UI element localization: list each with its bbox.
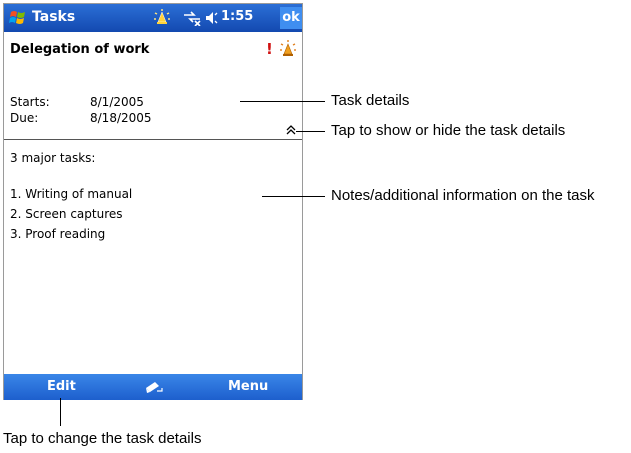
edit-leader (60, 398, 61, 426)
ok-button[interactable]: ok (280, 7, 302, 29)
note-item[interactable]: 2. Screen captures (10, 207, 123, 221)
notification-icon[interactable] (152, 8, 172, 28)
details-divider (4, 139, 302, 140)
reminder-icon (280, 40, 296, 56)
note-item[interactable]: 3. Proof reading (10, 227, 105, 241)
volume-icon[interactable] (205, 10, 219, 26)
priority-mark: ! (266, 40, 273, 58)
title-bar: Tasks 1:55 ok (4, 4, 302, 32)
due-value[interactable]: 8/18/2005 (90, 111, 152, 125)
menu-softkey[interactable]: Menu (228, 379, 268, 394)
windows-start-icon[interactable] (9, 9, 27, 27)
notes-heading[interactable]: 3 major tasks: (10, 151, 95, 165)
toggle-details-leader (296, 131, 325, 132)
collapse-toggle-icon[interactable] (285, 124, 297, 136)
toggle-details-callout: Tap to show or hide the task details (331, 122, 566, 139)
task-details-callout: Task details (331, 92, 410, 109)
task-title: Delegation of work (10, 42, 150, 57)
app-title[interactable]: Tasks (32, 9, 75, 25)
edit-callout: Tap to change the task details (3, 430, 202, 447)
menu-bar: Edit Menu (4, 374, 302, 400)
notes-callout: Notes/additional information on the task (331, 187, 595, 204)
input-panel-icon[interactable] (143, 379, 165, 395)
pda-screen: Tasks 1:55 ok Delegation of work ! Start… (3, 3, 303, 400)
edit-softkey[interactable]: Edit (47, 379, 76, 394)
note-item[interactable]: 1. Writing of manual (10, 187, 132, 201)
notes-leader (262, 196, 325, 197)
starts-value[interactable]: 8/1/2005 (90, 95, 144, 109)
task-details-leader (240, 101, 325, 102)
connectivity-icon[interactable] (182, 10, 202, 26)
clock[interactable]: 1:55 (221, 9, 253, 24)
starts-label: Starts: (10, 95, 50, 109)
due-label: Due: (10, 111, 39, 125)
